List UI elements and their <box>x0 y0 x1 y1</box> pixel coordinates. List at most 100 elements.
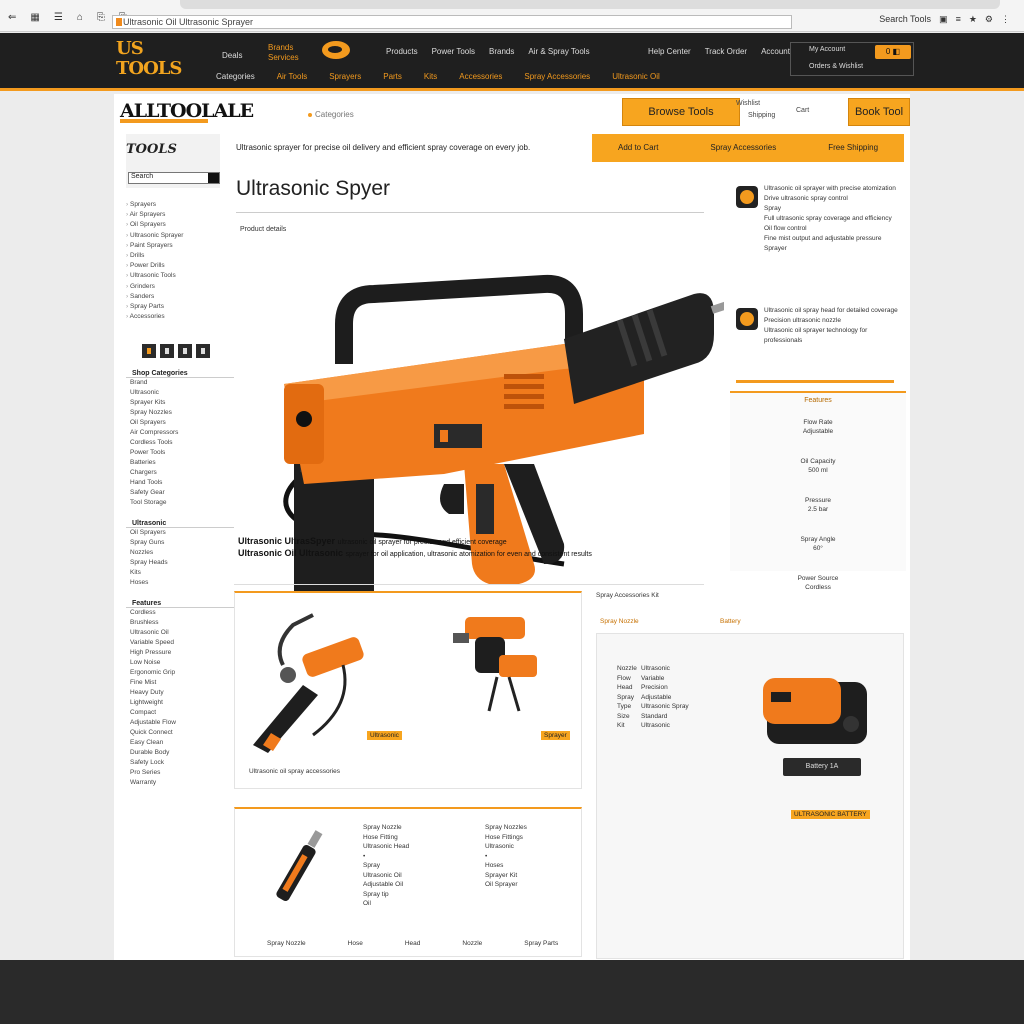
category-item[interactable]: Grinders <box>126 282 234 292</box>
category-search[interactable]: Categories <box>308 110 354 119</box>
filter-item[interactable]: Air Compressors <box>130 428 234 438</box>
filter-item[interactable]: Spray Nozzles <box>130 408 234 418</box>
accessory-item[interactable]: Sprayer Kit <box>485 871 527 881</box>
section-item[interactable]: Kits <box>130 568 234 578</box>
filter-item[interactable]: Tool Storage <box>130 498 234 508</box>
category-item[interactable]: Sanders <box>126 292 234 302</box>
account-box[interactable]: My Account Orders & Wishlist 0 ◧ <box>790 42 914 76</box>
nav-item[interactable]: Accessories <box>459 72 502 81</box>
accessory-label[interactable]: Nozzle <box>462 939 482 949</box>
product-image[interactable] <box>264 234 765 634</box>
breadcrumb[interactable]: Product details <box>240 226 286 233</box>
header-link[interactable]: Deals <box>222 51 242 60</box>
nav-item[interactable]: Air Tools <box>277 72 308 81</box>
more-icon[interactable]: ⋮ <box>1001 14 1010 25</box>
wishlist-link[interactable]: Wishlist <box>736 100 760 107</box>
battery-label-button[interactable]: Battery 1A <box>783 758 861 776</box>
view-toggle-button[interactable] <box>142 344 156 359</box>
sidebar-search-input[interactable]: Search <box>128 172 220 184</box>
add-to-cart-link[interactable]: Add to Cart <box>618 134 658 162</box>
browser-search-text[interactable]: Search Tools <box>879 14 931 25</box>
accessory-item[interactable]: Hose Fitting <box>363 833 409 843</box>
accessory-detail[interactable]: Nozzle Flow Head Spray Type Size Kit Ultrasoni… <box>596 633 904 959</box>
accessory-label[interactable]: Head <box>405 939 421 949</box>
header-link[interactable]: Help Center <box>648 47 691 56</box>
filter-item[interactable]: Brand <box>130 378 234 388</box>
star-icon[interactable]: ★ <box>969 14 977 25</box>
nozzle-tab[interactable]: Spray Nozzle <box>600 617 639 627</box>
section-item[interactable]: Low Noise <box>130 658 234 668</box>
address-bar[interactable]: Ultrasonic Oil Ultrasonic Sprayer <box>112 15 792 29</box>
section-item[interactable]: Variable Speed <box>130 638 234 648</box>
category-item[interactable]: Sprayers <box>126 200 234 210</box>
category-item[interactable]: Accessories <box>126 312 234 322</box>
section-item[interactable]: Pro Series <box>130 768 234 778</box>
header-link[interactable]: Products <box>386 47 418 56</box>
filter-item[interactable]: Batteries <box>130 458 234 468</box>
filter-item[interactable]: Power Tools <box>130 448 234 458</box>
section-item[interactable]: Hoses <box>130 578 234 588</box>
filter-item[interactable]: Safety Gear <box>130 488 234 498</box>
accessory-item[interactable]: Spray Nozzle <box>363 823 409 833</box>
accessory-item[interactable]: Hose Fittings <box>485 833 527 843</box>
accessory-item[interactable]: Spray <box>363 861 409 871</box>
section-item[interactable]: Adjustable Flow <box>130 718 234 728</box>
header-link[interactable]: Brands <box>268 43 293 52</box>
accessory-label[interactable]: Spray Nozzle <box>267 939 306 949</box>
category-item[interactable]: Paint Sprayers <box>126 241 234 251</box>
related-product-card[interactable]: Ultrasonic Sprayer Ultrasonic oil spray … <box>234 591 582 789</box>
accessory-item[interactable]: Spray tip <box>363 890 409 900</box>
section-item[interactable]: Spray Heads <box>130 558 234 568</box>
shipping-link[interactable]: Shipping <box>748 112 775 119</box>
book-tool-button[interactable]: Book Tool <box>848 98 910 126</box>
accessory-item[interactable]: Ultrasonic Head <box>363 842 409 852</box>
shipping-link[interactable]: Free Shipping <box>828 134 878 162</box>
section-item[interactable]: Ultrasonic Oil <box>130 628 234 638</box>
header-link[interactable]: Power Tools <box>432 47 475 56</box>
category-item[interactable]: Air Sprayers <box>126 210 234 220</box>
header-link[interactable]: Services <box>268 53 299 62</box>
section-item[interactable]: Nozzles <box>130 548 234 558</box>
filter-item[interactable]: Oil Sprayers <box>130 418 234 428</box>
filter-item[interactable]: Hand Tools <box>130 478 234 488</box>
accessory-item[interactable]: Hoses <box>485 861 527 871</box>
extension-icon[interactable]: ▣ <box>939 14 948 25</box>
accessory-label[interactable]: Spray Parts <box>524 939 558 949</box>
section-item[interactable]: Compact <box>130 708 234 718</box>
related-product-card[interactable]: Spray Nozzle Hose Fitting Ultrasonic Head •… <box>234 807 582 957</box>
section-item[interactable]: Durable Body <box>130 748 234 758</box>
back-icon[interactable]: ⇐ <box>8 12 16 23</box>
section-item[interactable]: Fine Mist <box>130 678 234 688</box>
gear-icon[interactable]: ⚙ <box>985 14 993 25</box>
view-toggle-button[interactable] <box>196 344 210 359</box>
accessory-item[interactable]: Ultrasonic <box>485 842 527 852</box>
header-link[interactable]: Track Order <box>705 47 747 56</box>
view-toggle-button[interactable] <box>160 344 174 359</box>
accessory-item[interactable]: Spray Nozzles <box>485 823 527 833</box>
battery-tab[interactable]: Battery <box>720 617 741 627</box>
nav-item[interactable]: Spray Accessories <box>524 72 590 81</box>
section-item[interactable]: Warranty <box>130 778 234 788</box>
section-item[interactable]: Easy Clean <box>130 738 234 748</box>
section-item[interactable]: Spray Guns <box>130 538 234 548</box>
section-item[interactable]: Ergonomic Grip <box>130 668 234 678</box>
accessory-label[interactable]: Hose <box>348 939 363 949</box>
accessory-item[interactable]: Ultrasonic Oil <box>363 871 409 881</box>
cart-button[interactable]: 0 ◧ <box>875 45 911 59</box>
grid-icon[interactable]: ▦ <box>30 12 39 23</box>
accessories-link[interactable]: Spray Accessories <box>710 134 776 162</box>
category-item[interactable]: Oil Sprayers <box>126 220 234 230</box>
header-link[interactable]: Brands <box>489 47 514 56</box>
nav-item[interactable]: Categories <box>216 72 255 81</box>
section-item[interactable]: Cordless <box>130 608 234 618</box>
section-item[interactable]: Oil Sprayers <box>130 528 234 538</box>
list-icon[interactable]: ≡ <box>956 14 961 25</box>
accessory-item[interactable]: • <box>485 852 527 862</box>
filter-item[interactable]: Chargers <box>130 468 234 478</box>
category-item[interactable]: Drills <box>126 251 234 261</box>
category-item[interactable]: Ultrasonic Tools <box>126 271 234 281</box>
nav-item[interactable]: Sprayers <box>329 72 361 81</box>
nav-item[interactable]: Ultrasonic Oil <box>612 72 660 81</box>
copy-icon[interactable]: ⎘ <box>97 12 105 23</box>
section-item[interactable]: High Pressure <box>130 648 234 658</box>
